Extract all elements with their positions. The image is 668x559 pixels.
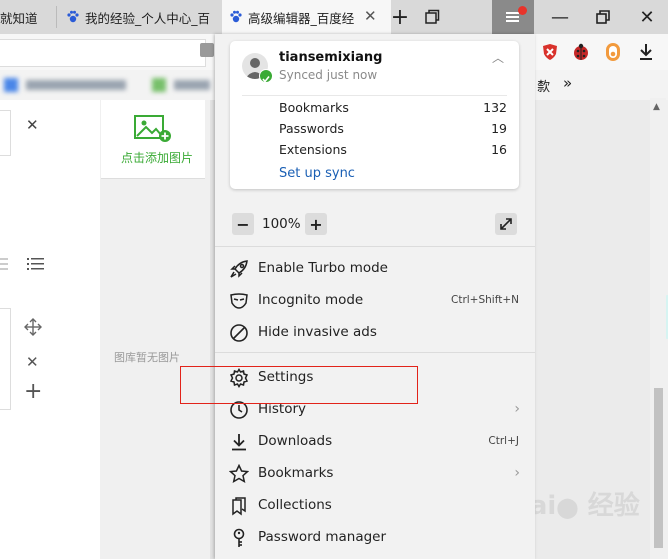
bookmark-item[interactable] bbox=[26, 80, 126, 90]
add-block-icon[interactable]: + bbox=[24, 381, 42, 403]
restore-window-icon[interactable] bbox=[588, 0, 618, 34]
sync-row-bookmarks[interactable]: Bookmarks 132 bbox=[279, 100, 507, 115]
collapse-chevron-icon[interactable]: ︿ bbox=[492, 49, 504, 66]
rocket-icon bbox=[230, 260, 248, 278]
page-scrollbar[interactable]: ▲ bbox=[650, 98, 666, 559]
menu-item-label: Hide invasive ads bbox=[258, 324, 377, 340]
menu-item-label: Bookmarks bbox=[258, 465, 334, 481]
close-icon[interactable]: ✕ bbox=[26, 116, 39, 134]
highlight-box bbox=[180, 366, 418, 404]
toggle-extension-icon[interactable] bbox=[605, 42, 621, 66]
menu-divider bbox=[215, 246, 535, 247]
fullscreen-button[interactable] bbox=[495, 213, 517, 235]
tab-divider bbox=[56, 6, 57, 28]
submenu-chevron-icon: › bbox=[514, 401, 520, 417]
menu-divider bbox=[215, 352, 535, 353]
setup-sync-link[interactable]: Set up sync bbox=[279, 166, 355, 181]
move-icon[interactable] bbox=[24, 318, 42, 340]
downloads-icon[interactable] bbox=[637, 42, 655, 66]
divider bbox=[242, 95, 507, 96]
list-icon[interactable] bbox=[27, 256, 45, 275]
tab-title: 高级编辑器_百度经 bbox=[248, 10, 355, 26]
tab-title: 我的经验_个人中心_百 bbox=[85, 10, 211, 26]
tab-my-experience[interactable]: 我的经验_个人中心_百 bbox=[60, 0, 218, 34]
block-icon bbox=[230, 324, 248, 342]
new-tab-icon[interactable]: + bbox=[388, 0, 412, 34]
minimize-window-icon[interactable]: — bbox=[544, 0, 576, 34]
synced-check-icon bbox=[259, 69, 273, 83]
incognito-mask-icon bbox=[230, 293, 248, 309]
scroll-up-icon[interactable]: ▲ bbox=[653, 102, 660, 112]
editor-field[interactable] bbox=[0, 110, 11, 156]
menu-item-label: Enable Turbo mode bbox=[258, 260, 388, 276]
bookmark-overflow-label[interactable]: 歀 bbox=[537, 76, 550, 95]
close-tab-icon[interactable]: ✕ bbox=[364, 7, 377, 25]
menu-item-incognito[interactable]: Incognito mode Ctrl+Shift+N bbox=[215, 285, 535, 317]
menu-item-hide-ads[interactable]: Hide invasive ads bbox=[215, 317, 535, 349]
sync-row-count: 132 bbox=[483, 100, 507, 115]
address-field[interactable] bbox=[0, 39, 206, 67]
add-image-button[interactable]: 点击添加图片 bbox=[101, 100, 205, 179]
scrollbar-thumb[interactable] bbox=[654, 388, 663, 548]
left-toolbar-panel bbox=[0, 100, 100, 559]
zoom-level: 100% bbox=[262, 216, 301, 232]
empty-gallery-label: 图库暂无图片 bbox=[114, 351, 180, 364]
add-image-icon bbox=[134, 115, 171, 142]
baidu-paw-icon bbox=[230, 10, 242, 23]
bookmarks-more-button[interactable]: » bbox=[563, 74, 572, 92]
adblock-extension-icon[interactable] bbox=[541, 43, 559, 65]
delete-block-icon[interactable]: ✕ bbox=[26, 353, 39, 371]
zoom-in-button[interactable]: + bbox=[305, 213, 327, 235]
menu-item-turbo[interactable]: Enable Turbo mode bbox=[215, 253, 535, 285]
sync-row-label: Bookmarks bbox=[279, 100, 349, 115]
menu-item-label: Password manager bbox=[258, 529, 387, 545]
main-menu-button[interactable] bbox=[492, 0, 534, 34]
sync-row-label: Extensions bbox=[279, 142, 347, 157]
fullscreen-icon bbox=[500, 218, 512, 230]
content-block[interactable] bbox=[0, 308, 11, 410]
shortcut-label: Ctrl+J bbox=[488, 435, 519, 447]
download-icon bbox=[232, 434, 246, 451]
close-window-icon[interactable]: ✕ bbox=[630, 0, 664, 34]
bookmark-favicon bbox=[4, 78, 18, 92]
sync-card: tiansemixiang Synced just now ︿ bbox=[230, 41, 519, 189]
menu-item-label: Downloads bbox=[258, 433, 333, 449]
sync-status: Synced just now bbox=[279, 68, 378, 82]
tab-zhidao[interactable]: 就知道 bbox=[0, 0, 56, 34]
star-icon bbox=[229, 464, 249, 483]
menu-item-downloads[interactable]: Downloads Ctrl+J bbox=[215, 426, 535, 458]
sync-row-passwords[interactable]: Passwords 19 bbox=[279, 121, 507, 136]
key-icon bbox=[233, 528, 245, 547]
align-icon[interactable] bbox=[0, 256, 8, 270]
notification-dot bbox=[518, 6, 527, 15]
sync-row-extensions[interactable]: Extensions 16 bbox=[279, 142, 507, 157]
tab-title: 就知道 bbox=[0, 10, 38, 26]
menu-item-label: Collections bbox=[258, 497, 332, 513]
add-image-label: 点击添加图片 bbox=[121, 151, 194, 165]
submenu-chevron-icon: › bbox=[514, 465, 520, 481]
menu-item-collections[interactable]: Collections bbox=[215, 490, 535, 522]
sync-username: tiansemixiang bbox=[279, 50, 383, 65]
zoom-out-button[interactable]: − bbox=[232, 213, 254, 235]
bookmark-item[interactable] bbox=[174, 80, 210, 90]
collections-icon bbox=[232, 497, 246, 516]
tab-strip: 就知道 我的经验_个人中心_百 高级编辑器_百度经 ✕ + — ✕ bbox=[0, 0, 668, 34]
bookmark-favicon bbox=[152, 78, 166, 92]
sync-row-label: Passwords bbox=[279, 121, 344, 136]
sync-row-count: 16 bbox=[491, 142, 507, 157]
menu-item-label: Incognito mode bbox=[258, 292, 364, 308]
ladybug-extension-icon[interactable] bbox=[571, 42, 591, 66]
sync-row-count: 19 bbox=[491, 121, 507, 136]
page-action-icon[interactable] bbox=[200, 43, 214, 57]
shortcut-label: Ctrl+Shift+N bbox=[451, 294, 519, 306]
tabs-overview-icon[interactable] bbox=[420, 0, 444, 34]
menu-item-password-manager[interactable]: Password manager bbox=[215, 522, 535, 554]
menu-item-bookmarks[interactable]: Bookmarks › bbox=[215, 458, 535, 490]
baidu-paw-icon bbox=[67, 10, 79, 23]
